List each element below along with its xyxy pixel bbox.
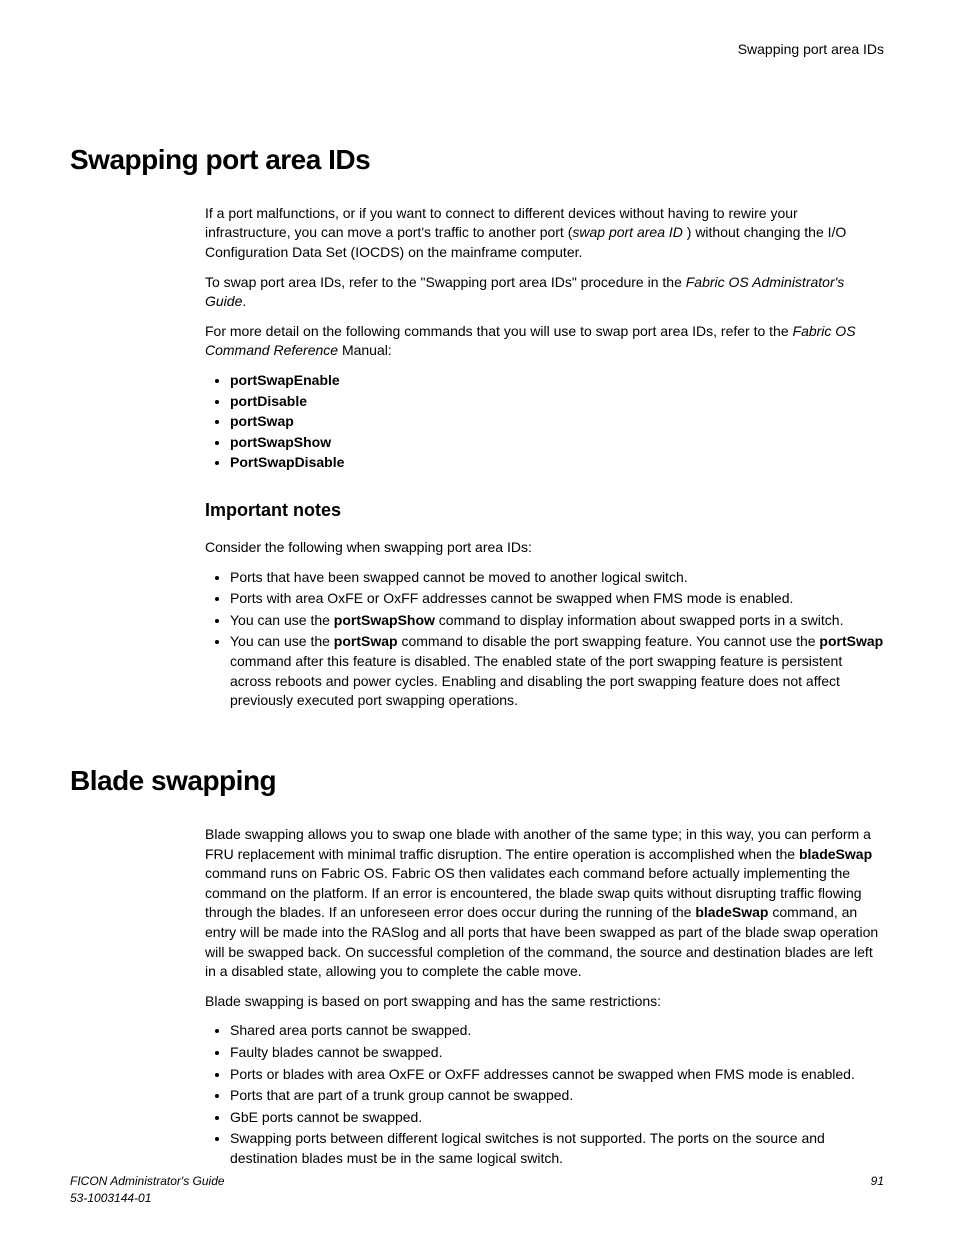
list-item: portSwap: [230, 412, 884, 432]
cmd-portswapenable: portSwapEnable: [230, 372, 340, 388]
list-item: Ports that are part of a trunk group can…: [230, 1086, 884, 1106]
para-restrictions-intro: Blade swapping is based on port swapping…: [205, 992, 884, 1012]
document-page: Swapping port area IDs Swapping port are…: [0, 0, 954, 1235]
section-content: Blade swapping allows you to swap one bl…: [205, 825, 884, 1169]
text: Manual:: [338, 342, 392, 358]
term-swap-port-area-id: swap port area ID: [572, 224, 683, 240]
para-blade-intro: Blade swapping allows you to swap one bl…: [205, 825, 884, 982]
para-refer-procedure: To swap port area IDs, refer to the "Swa…: [205, 273, 884, 312]
restrictions-list: Shared area ports cannot be swapped. Fau…: [205, 1021, 884, 1168]
heading-swapping-port-area-ids: Swapping port area IDs: [70, 140, 884, 179]
command-list: portSwapEnable portDisable portSwap port…: [205, 371, 884, 473]
text: Blade swapping allows you to swap one bl…: [205, 826, 871, 862]
page-number: 91: [871, 1173, 884, 1190]
text: You can use the: [230, 633, 334, 649]
para-consider: Consider the following when swapping por…: [205, 538, 884, 558]
text: command to disable the port swapping fea…: [398, 633, 820, 649]
list-item: Shared area ports cannot be swapped.: [230, 1021, 884, 1041]
list-item: Ports that have been swapped cannot be m…: [230, 568, 884, 588]
cmd-bladeswap: bladeSwap: [799, 846, 872, 862]
cmd-portswapshow: portSwapShow: [334, 612, 435, 628]
list-item: PortSwapDisable: [230, 453, 884, 473]
footer-title: FICON Administrator's Guide: [70, 1174, 225, 1188]
page-header-section: Swapping port area IDs: [70, 40, 884, 60]
list-item: You can use the portSwap command to disa…: [230, 632, 884, 710]
list-item: Ports with area OxFE or OxFF addresses c…: [230, 589, 884, 609]
list-item: Swapping ports between different logical…: [230, 1129, 884, 1168]
list-item: GbE ports cannot be swapped.: [230, 1108, 884, 1128]
text: For more detail on the following command…: [205, 323, 793, 339]
text: command to display information about swa…: [435, 612, 844, 628]
cmd-portswapshow: portSwapShow: [230, 434, 331, 450]
cmd-portswapdisable: PortSwapDisable: [230, 454, 344, 470]
text: To swap port area IDs, refer to the "Swa…: [205, 274, 686, 290]
heading-blade-swapping: Blade swapping: [70, 761, 884, 800]
text: command after this feature is disabled. …: [230, 653, 842, 708]
list-item: Ports or blades with area OxFE or OxFF a…: [230, 1065, 884, 1085]
text: You can use the: [230, 612, 334, 628]
heading-important-notes: Important notes: [205, 498, 884, 523]
cmd-portswap: portSwap: [819, 633, 883, 649]
para-intro: If a port malfunctions, or if you want t…: [205, 204, 884, 263]
cmd-portswap: portSwap: [334, 633, 398, 649]
notes-list: Ports that have been swapped cannot be m…: [205, 568, 884, 711]
text: .: [242, 293, 246, 309]
list-item: portSwapEnable: [230, 371, 884, 391]
section-content: If a port malfunctions, or if you want t…: [205, 204, 884, 711]
page-footer: 91 FICON Administrator's Guide 53-100314…: [70, 1173, 884, 1207]
cmd-portdisable: portDisable: [230, 393, 307, 409]
cmd-bladeswap: bladeSwap: [695, 904, 768, 920]
cmd-portswap: portSwap: [230, 413, 294, 429]
para-refer-commands: For more detail on the following command…: [205, 322, 884, 361]
list-item: portDisable: [230, 392, 884, 412]
footer-doc-number: 53-1003144-01: [70, 1191, 151, 1205]
list-item: Faulty blades cannot be swapped.: [230, 1043, 884, 1063]
list-item: portSwapShow: [230, 433, 884, 453]
list-item: You can use the portSwapShow command to …: [230, 611, 884, 631]
